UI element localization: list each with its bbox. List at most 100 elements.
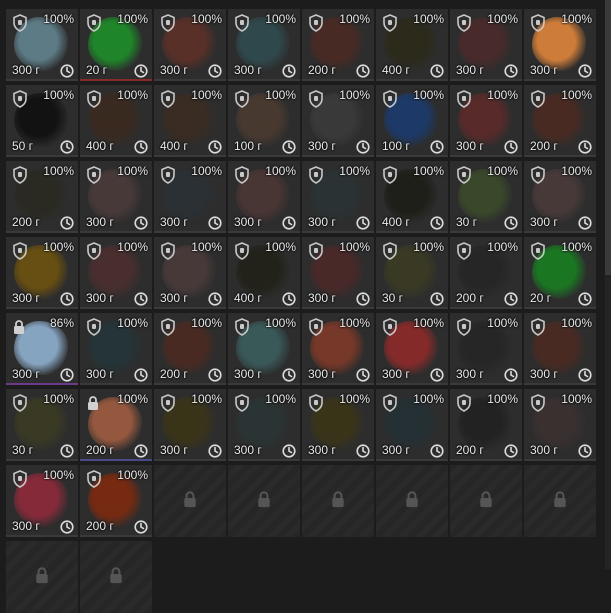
clock-icon[interactable] xyxy=(282,444,296,458)
clock-icon[interactable] xyxy=(134,216,148,230)
clock-icon[interactable] xyxy=(578,444,592,458)
clock-icon[interactable] xyxy=(60,140,74,154)
clock-icon[interactable] xyxy=(208,140,222,154)
inventory-item[interactable]: 100% 300 г xyxy=(302,237,374,309)
inventory-item[interactable]: 100% 200 г xyxy=(80,465,152,537)
inventory-item[interactable]: 86% 300 г xyxy=(6,313,78,385)
inventory-item[interactable]: 100% 300 г xyxy=(302,161,374,233)
clock-icon[interactable] xyxy=(60,368,74,382)
inventory-item[interactable]: 100% 300 г xyxy=(154,9,226,81)
clock-icon[interactable] xyxy=(134,292,148,306)
clock-icon[interactable] xyxy=(430,292,444,306)
inventory-item[interactable]: 100% 200 г xyxy=(450,237,522,309)
clock-icon[interactable] xyxy=(430,444,444,458)
inventory-item[interactable]: 100% 300 г xyxy=(302,389,374,461)
inventory-item[interactable]: 100% 100 г xyxy=(376,85,448,157)
inventory-item[interactable]: 100% 30 г xyxy=(376,237,448,309)
inventory-item[interactable]: 100% 30 г xyxy=(450,161,522,233)
clock-icon[interactable] xyxy=(134,520,148,534)
inventory-item[interactable]: 100% 200 г xyxy=(302,9,374,81)
inventory-item[interactable]: 100% 300 г xyxy=(302,313,374,385)
inventory-item[interactable]: 100% 300 г xyxy=(524,161,596,233)
inventory-item[interactable]: 100% 400 г xyxy=(154,85,226,157)
clock-icon[interactable] xyxy=(60,444,74,458)
inventory-item[interactable]: 100% 300 г xyxy=(524,9,596,81)
inventory-item[interactable]: 100% 300 г xyxy=(228,313,300,385)
clock-icon[interactable] xyxy=(60,216,74,230)
clock-icon[interactable] xyxy=(578,140,592,154)
clock-icon[interactable] xyxy=(504,368,518,382)
clock-icon[interactable] xyxy=(208,444,222,458)
clock-icon[interactable] xyxy=(208,64,222,78)
clock-icon[interactable] xyxy=(356,140,370,154)
clock-icon[interactable] xyxy=(578,216,592,230)
clock-icon[interactable] xyxy=(282,140,296,154)
inventory-item[interactable]: 100% 200 г xyxy=(154,313,226,385)
clock-icon[interactable] xyxy=(430,140,444,154)
inventory-item[interactable]: 100% 200 г xyxy=(524,85,596,157)
clock-icon[interactable] xyxy=(134,444,148,458)
clock-icon[interactable] xyxy=(282,216,296,230)
inventory-item[interactable]: 100% 30 г xyxy=(6,389,78,461)
clock-icon[interactable] xyxy=(578,292,592,306)
clock-icon[interactable] xyxy=(504,292,518,306)
inventory-item[interactable]: 100% 300 г xyxy=(450,9,522,81)
inventory-item[interactable]: 100% 300 г xyxy=(376,389,448,461)
clock-icon[interactable] xyxy=(134,140,148,154)
clock-icon[interactable] xyxy=(356,292,370,306)
inventory-item[interactable]: 100% 300 г xyxy=(450,85,522,157)
clock-icon[interactable] xyxy=(208,292,222,306)
inventory-item[interactable]: 100% 300 г xyxy=(154,161,226,233)
inventory-item[interactable]: 100% 200 г xyxy=(80,389,152,461)
clock-icon[interactable] xyxy=(282,64,296,78)
clock-icon[interactable] xyxy=(356,216,370,230)
inventory-item[interactable]: 100% 200 г xyxy=(6,161,78,233)
clock-icon[interactable] xyxy=(430,64,444,78)
clock-icon[interactable] xyxy=(356,64,370,78)
inventory-item[interactable]: 100% 300 г xyxy=(524,313,596,385)
inventory-item[interactable]: 100% 300 г xyxy=(376,313,448,385)
inventory-item[interactable]: 100% 300 г xyxy=(228,161,300,233)
clock-icon[interactable] xyxy=(504,444,518,458)
clock-icon[interactable] xyxy=(578,64,592,78)
inventory-item[interactable]: 100% 300 г xyxy=(6,237,78,309)
clock-icon[interactable] xyxy=(134,368,148,382)
inventory-item[interactable]: 100% 300 г xyxy=(6,9,78,81)
clock-icon[interactable] xyxy=(430,368,444,382)
inventory-item[interactable]: 100% 300 г xyxy=(80,313,152,385)
inventory-item[interactable]: 100% 400 г xyxy=(80,85,152,157)
inventory-item[interactable]: 100% 300 г xyxy=(80,161,152,233)
inventory-item[interactable]: 100% 300 г xyxy=(6,465,78,537)
inventory-item[interactable]: 100% 300 г xyxy=(302,85,374,157)
clock-icon[interactable] xyxy=(356,368,370,382)
clock-icon[interactable] xyxy=(60,520,74,534)
clock-icon[interactable] xyxy=(60,64,74,78)
inventory-item[interactable]: 100% 300 г xyxy=(228,389,300,461)
inventory-item[interactable]: 100% 100 г xyxy=(228,85,300,157)
clock-icon[interactable] xyxy=(282,368,296,382)
scrollbar-thumb[interactable] xyxy=(605,0,611,275)
clock-icon[interactable] xyxy=(504,140,518,154)
clock-icon[interactable] xyxy=(134,64,148,78)
clock-icon[interactable] xyxy=(578,368,592,382)
clock-icon[interactable] xyxy=(60,292,74,306)
inventory-item[interactable]: 100% 20 г xyxy=(80,9,152,81)
inventory-item[interactable]: 100% 300 г xyxy=(228,9,300,81)
inventory-item[interactable]: 100% 50 г xyxy=(6,85,78,157)
clock-icon[interactable] xyxy=(208,368,222,382)
clock-icon[interactable] xyxy=(208,216,222,230)
inventory-item[interactable]: 100% 300 г xyxy=(80,237,152,309)
inventory-item[interactable]: 100% 200 г xyxy=(450,389,522,461)
inventory-item[interactable]: 100% 300 г xyxy=(154,237,226,309)
clock-icon[interactable] xyxy=(504,216,518,230)
inventory-item[interactable]: 100% 20 г xyxy=(524,237,596,309)
inventory-item[interactable]: 100% 400 г xyxy=(376,161,448,233)
clock-icon[interactable] xyxy=(356,444,370,458)
clock-icon[interactable] xyxy=(430,216,444,230)
inventory-item[interactable]: 100% 300 г xyxy=(154,389,226,461)
inventory-item[interactable]: 100% 400 г xyxy=(376,9,448,81)
clock-icon[interactable] xyxy=(504,64,518,78)
inventory-item[interactable]: 100% 300 г xyxy=(450,313,522,385)
scrollbar[interactable] xyxy=(605,0,611,569)
clock-icon[interactable] xyxy=(282,292,296,306)
